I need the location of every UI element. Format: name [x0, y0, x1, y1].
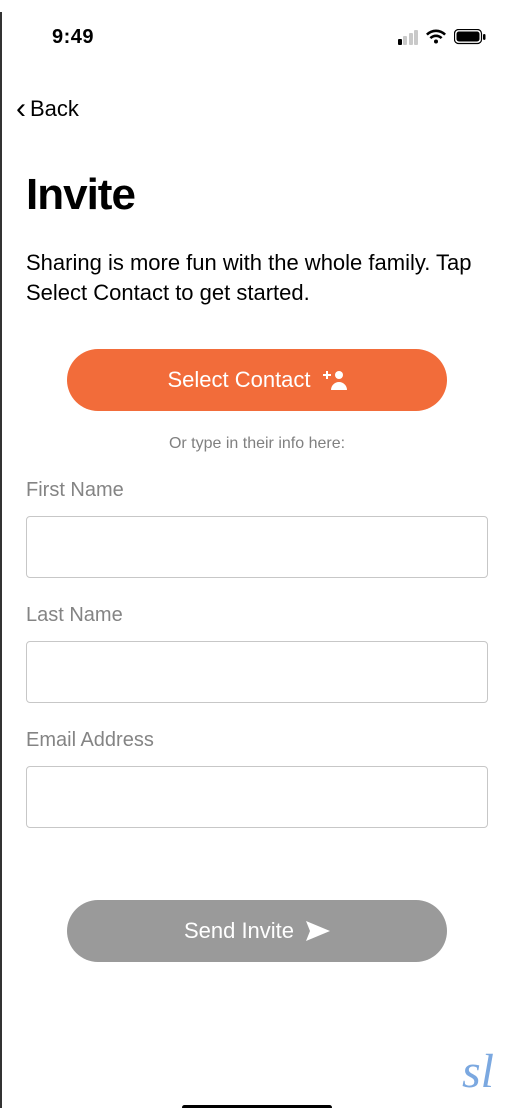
select-contact-button[interactable]: Select Contact: [67, 349, 447, 411]
send-icon: [306, 921, 330, 941]
email-input[interactable]: [26, 766, 488, 828]
last-name-input[interactable]: [26, 641, 488, 703]
person-add-icon: [323, 370, 347, 390]
email-label: Email Address: [26, 729, 488, 752]
chevron-left-icon: ‹: [16, 94, 26, 124]
first-name-input[interactable]: [26, 516, 488, 578]
battery-icon: [454, 29, 486, 45]
page-subtitle: Sharing is more fun with the whole famil…: [26, 248, 488, 307]
app-logo: sl: [462, 1048, 494, 1096]
last-name-label: Last Name: [26, 604, 488, 627]
send-invite-button[interactable]: Send Invite: [67, 900, 447, 962]
status-indicators: [398, 29, 487, 45]
status-bar: 9:49: [2, 12, 512, 62]
cellular-icon: [398, 30, 419, 45]
select-contact-label: Select Contact: [167, 367, 310, 393]
send-invite-label: Send Invite: [184, 918, 294, 944]
page-title: Invite: [26, 170, 488, 220]
first-name-label: First Name: [26, 479, 488, 502]
content-area: Invite Sharing is more fun with the whol…: [2, 170, 512, 962]
divider-text: Or type in their info here:: [26, 435, 488, 453]
first-name-group: First Name: [26, 479, 488, 578]
status-time: 9:49: [52, 26, 94, 49]
back-button[interactable]: ‹ Back: [2, 62, 512, 124]
email-group: Email Address: [26, 729, 488, 828]
back-label: Back: [30, 96, 79, 122]
wifi-icon: [425, 29, 447, 45]
last-name-group: Last Name: [26, 604, 488, 703]
